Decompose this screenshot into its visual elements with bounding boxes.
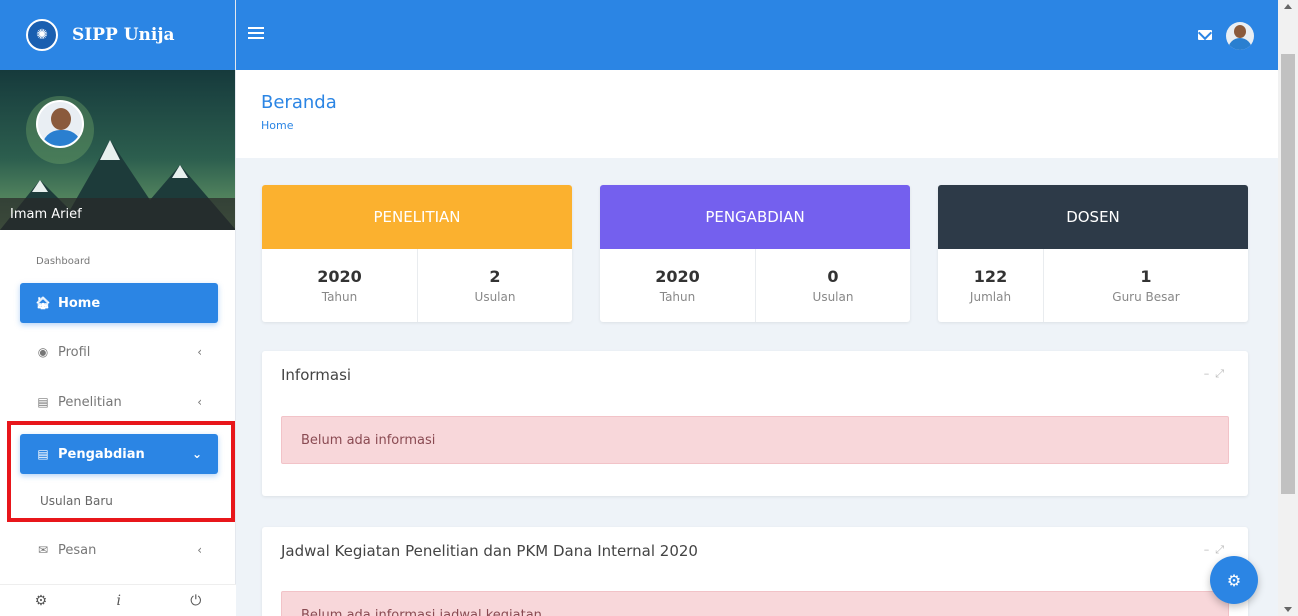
mail-icon[interactable] xyxy=(1198,30,1212,40)
user-circle-icon: ◉ xyxy=(37,345,49,359)
info-alert: Belum ada informasi xyxy=(281,416,1229,464)
chevron-left-icon: ‹ xyxy=(197,543,202,557)
expand-icon[interactable]: ⤢ xyxy=(1215,367,1230,380)
card-title: DOSEN xyxy=(938,185,1248,249)
minimize-icon[interactable]: – xyxy=(1204,543,1216,556)
stat-value: 2020 xyxy=(655,267,700,286)
page-scrollbar[interactable] xyxy=(1278,0,1298,616)
profile-avatar[interactable] xyxy=(36,100,84,148)
gear-icon: ⚙︎ xyxy=(1226,570,1242,590)
chevron-left-icon: ‹ xyxy=(197,395,202,409)
panel-tools: –⤢ xyxy=(1204,543,1230,557)
stat-label: Guru Besar xyxy=(1112,290,1180,304)
sidebar-item-label: Home xyxy=(58,295,101,311)
home-icon: 🏠︎ xyxy=(35,296,51,310)
menu-section-label: Dashboard xyxy=(36,256,91,267)
stat-value: 0 xyxy=(827,267,839,286)
university-logo-icon: ✺ xyxy=(26,19,58,51)
minimize-icon[interactable]: – xyxy=(1204,367,1216,380)
stat-value: 2 xyxy=(489,267,501,286)
app-title: SIPP Unija xyxy=(72,25,175,45)
chevron-left-icon: ‹ xyxy=(197,345,202,359)
user-avatar[interactable] xyxy=(1226,22,1254,50)
stat-label: Usulan xyxy=(812,290,854,304)
informasi-panel: Informasi –⤢ Belum ada informasi xyxy=(262,351,1248,496)
sidebar-item-home[interactable]: 🏠︎ Home xyxy=(20,283,218,323)
envelope-icon: ✉︎ xyxy=(37,543,49,557)
page-title: Beranda xyxy=(261,92,337,113)
scroll-up-icon[interactable] xyxy=(1284,4,1292,9)
stat-label: Usulan xyxy=(474,290,516,304)
panel-title: Informasi xyxy=(281,366,352,384)
sidebar-item-penelitian[interactable]: ▤ Penelitian ‹ xyxy=(20,382,218,422)
power-icon[interactable]: ⏻ xyxy=(190,593,201,609)
info-icon[interactable]: i xyxy=(116,593,120,609)
card-dosen: DOSEN 122 Jumlah 1 Guru Besar xyxy=(938,185,1248,322)
settings-icon[interactable]: ⚙︎ xyxy=(35,593,48,609)
page-header: Beranda Home xyxy=(236,70,1278,158)
sidebar-item-label: Penelitian xyxy=(58,394,122,410)
card-title: PENGABDIAN xyxy=(600,185,910,249)
card-pengabdian: PENGABDIAN 2020 Tahun 0 Usulan xyxy=(600,185,910,322)
profile-banner: Imam Arief xyxy=(0,70,235,230)
sidebar-item-profil[interactable]: ◉ Profil ‹ xyxy=(20,332,218,372)
topbar xyxy=(236,0,1278,70)
scroll-down-icon[interactable] xyxy=(1284,607,1292,612)
stat-value: 122 xyxy=(973,267,1008,286)
user-name[interactable]: Imam Arief xyxy=(0,198,235,230)
panel-title: Jadwal Kegiatan Penelitian dan PKM Dana … xyxy=(281,542,698,560)
card-title: PENELITIAN xyxy=(262,185,572,249)
document-icon: ▤ xyxy=(37,395,49,409)
brand[interactable]: ✺ SIPP Unija xyxy=(0,0,235,70)
sidebar-item-pesan[interactable]: ✉︎ Pesan ‹ xyxy=(20,530,218,570)
stat-value: 1 xyxy=(1140,267,1152,286)
highlight-box xyxy=(7,421,235,522)
stat-label: Tahun xyxy=(321,290,358,304)
breadcrumb[interactable]: Home xyxy=(261,119,1278,132)
card-penelitian: PENELITIAN 2020 Tahun 2 Usulan xyxy=(262,185,572,322)
jadwal-alert: Belum ada informasi jadwal kegiatan xyxy=(281,591,1229,616)
settings-fab-button[interactable]: ⚙︎ xyxy=(1210,556,1258,604)
sidebar-item-label: Profil xyxy=(58,344,91,360)
menu-toggle-icon[interactable] xyxy=(248,27,264,39)
stat-value: 2020 xyxy=(317,267,362,286)
jadwal-panel: Jadwal Kegiatan Penelitian dan PKM Dana … xyxy=(262,527,1248,616)
sidebar-footer: ⚙︎ i ⏻ xyxy=(0,584,236,616)
scroll-thumb[interactable] xyxy=(1281,54,1295,494)
stat-label: Jumlah xyxy=(969,290,1012,304)
sidebar: ✺ SIPP Unija Imam Arief Dashboard 🏠︎ Hom… xyxy=(0,0,236,616)
panel-tools: –⤢ xyxy=(1204,367,1230,381)
expand-icon[interactable]: ⤢ xyxy=(1215,543,1230,556)
sidebar-item-label: Pesan xyxy=(58,542,97,558)
stat-label: Tahun xyxy=(659,290,696,304)
